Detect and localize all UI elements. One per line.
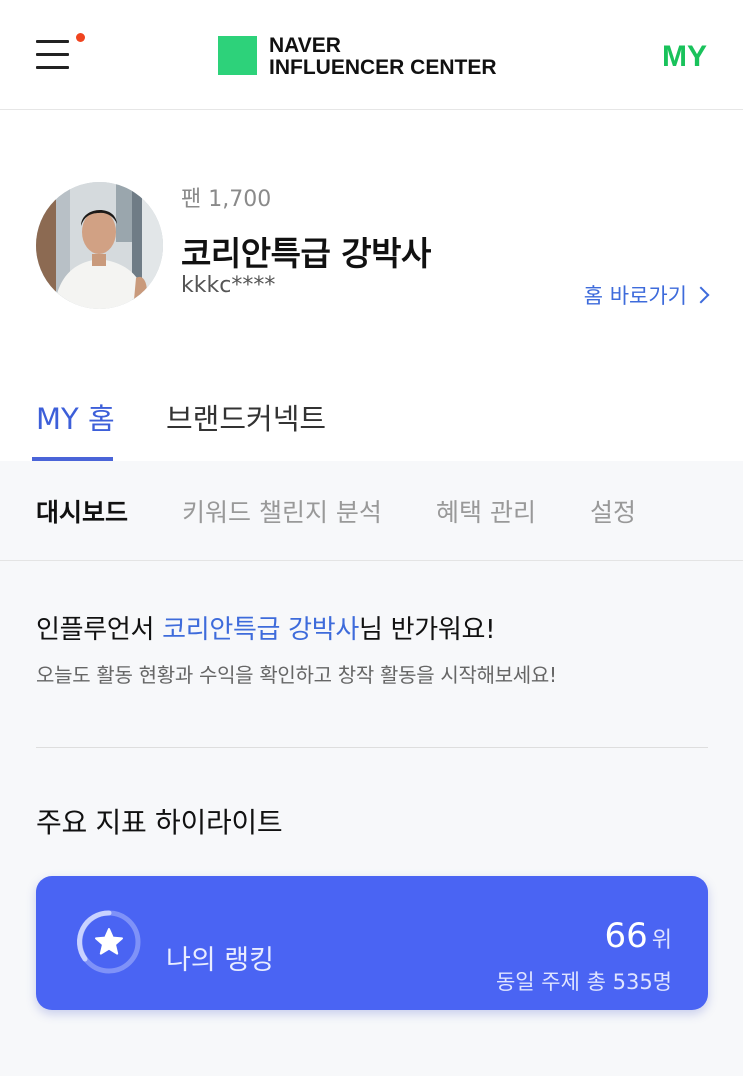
- welcome-subtitle: 오늘도 활동 현황과 수익을 확인하고 창작 활동을 시작해보세요!: [36, 663, 557, 687]
- logo-mark: [218, 36, 257, 75]
- welcome-message: 인플루언서 코리안특급 강박사님 반가워요!: [36, 609, 496, 646]
- tab-my-home[interactable]: MY 홈: [36, 396, 115, 438]
- star-icon: [77, 910, 141, 974]
- logo-text: NAVER INFLUENCER CENTER: [269, 35, 539, 79]
- home-shortcut-link[interactable]: 홈 바로가기: [583, 280, 710, 310]
- subnav-benefits[interactable]: 혜택 관리: [436, 493, 536, 529]
- logo-line-2: INFLUENCER CENTER: [269, 56, 497, 79]
- sub-navigation: 대시보드 키워드 챌린지 분석 혜택 관리 설정: [0, 461, 743, 561]
- ranking-number: 66: [604, 916, 648, 956]
- welcome-name: 코리안특급 강박사: [162, 615, 360, 645]
- fan-count: 팬 1,700: [181, 187, 272, 212]
- subnav-settings[interactable]: 설정: [590, 493, 636, 529]
- ranking-unit: 위: [651, 928, 672, 953]
- welcome-prefix: 인플루언서: [36, 615, 163, 645]
- my-button[interactable]: MY: [662, 40, 707, 74]
- dashboard-content: 대시보드 키워드 챌린지 분석 혜택 관리 설정 인플루언서 코리안특급 강박사…: [0, 461, 743, 1076]
- ranking-card[interactable]: 나의 랭킹 66 위 동일 주제 총 535명: [36, 876, 708, 1010]
- profile-name: 코리안특급 강박사: [181, 234, 431, 273]
- logo-line-1: NAVER: [269, 34, 341, 57]
- home-shortcut-label: 홈 바로가기: [583, 284, 687, 308]
- chevron-right-icon: [692, 286, 710, 304]
- ranking-value: 66 위: [604, 916, 672, 956]
- welcome-suffix: 님 반가워요!: [359, 615, 496, 645]
- ranking-total: 동일 주제 총 535명: [495, 970, 672, 994]
- avatar-photo: [36, 182, 163, 309]
- subnav-dashboard[interactable]: 대시보드: [36, 493, 128, 529]
- subnav-keyword-challenge[interactable]: 키워드 챌린지 분석: [182, 493, 382, 529]
- divider: [36, 747, 708, 748]
- section-title: 주요 지표 하이라이트: [36, 806, 283, 839]
- tab-brand-connect[interactable]: 브랜드커넥트: [166, 396, 326, 438]
- avatar: [36, 182, 163, 309]
- ranking-label: 나의 랭킹: [166, 945, 274, 976]
- notification-dot: [76, 33, 85, 42]
- app-header: NAVER INFLUENCER CENTER MY: [0, 0, 743, 110]
- profile-id: kkkc****: [181, 273, 276, 298]
- hamburger-menu-icon[interactable]: [36, 40, 70, 70]
